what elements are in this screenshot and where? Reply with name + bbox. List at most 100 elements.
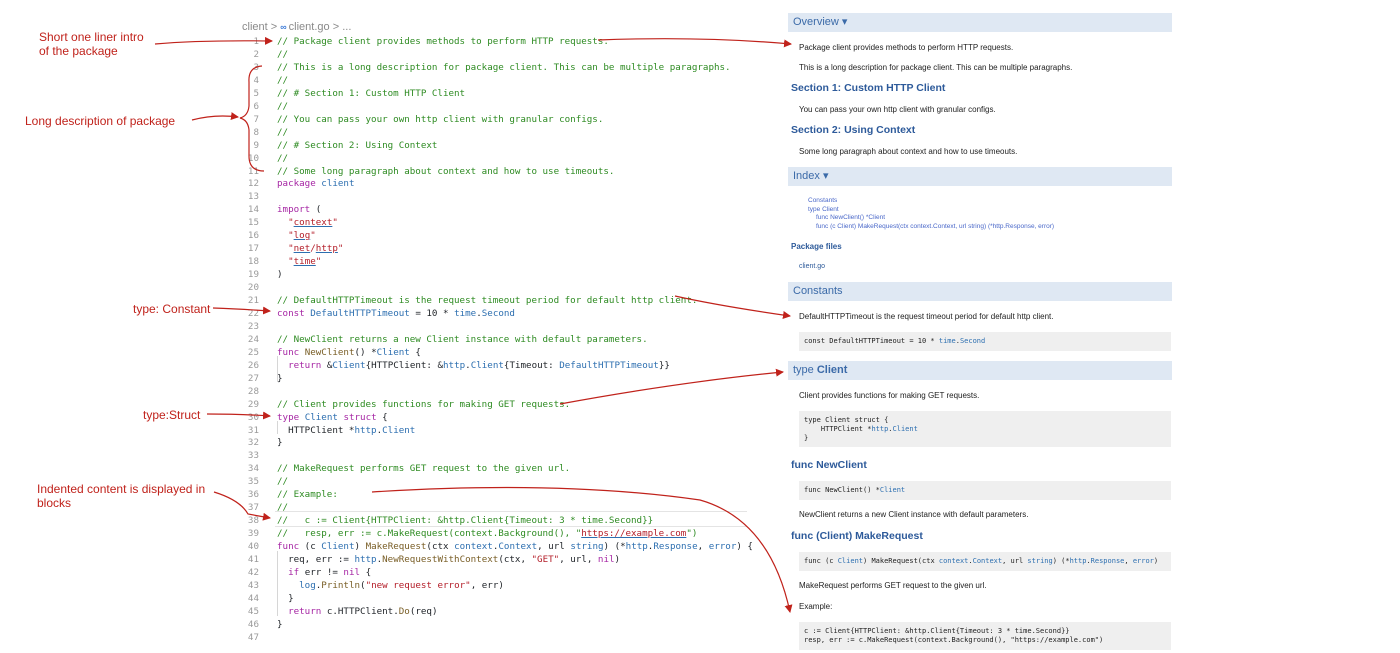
code-token: log: [299, 579, 316, 591]
code-line[interactable]: 34 // MakeRequest performs GET request to…: [236, 462, 756, 475]
code-line[interactable]: 24 // NewClient returns a new Client inst…: [236, 333, 756, 346]
code-line[interactable]: 36 // Example:: [236, 488, 756, 501]
code-link[interactable]: Second: [960, 337, 985, 345]
code-line[interactable]: 2 //: [236, 48, 756, 61]
code-line[interactable]: 26 return &Client{HTTPClient: &http.Clie…: [236, 359, 756, 372]
code-line[interactable]: 23: [236, 320, 756, 333]
code-token: import: [277, 204, 311, 216]
code-link[interactable]: Context: [973, 557, 1003, 565]
code-link[interactable]: Client: [880, 486, 905, 494]
chevron-right-icon: >: [332, 21, 340, 33]
code-text: const DefaultHTTPTimeout = 10 *: [804, 337, 939, 345]
index-section-toggle[interactable]: Index ▾: [788, 167, 1172, 186]
code-link[interactable]: http: [871, 425, 888, 433]
example-label: Example:: [799, 602, 833, 611]
code-line[interactable]: 19): [236, 268, 756, 281]
code-link[interactable]: time: [939, 337, 956, 345]
code-link[interactable]: context: [939, 557, 969, 565]
code-link[interactable]: http: [1070, 557, 1087, 565]
code-line[interactable]: 22 const DefaultHTTPTimeout = 10 * time.S…: [236, 307, 756, 320]
line-number: 17: [247, 243, 259, 255]
code-token: nil: [343, 566, 361, 578]
code-line[interactable]: 9 // # Section 2: Using Context: [236, 139, 756, 152]
code-link[interactable]: string: [1027, 557, 1052, 565]
line-code: // # Section 1: Custom HTTP Client: [277, 87, 465, 100]
code-line[interactable]: 4 //: [236, 74, 756, 87]
code-line[interactable]: 31 HTTPClient *http.Client: [236, 424, 756, 437]
code-line[interactable]: 33: [236, 449, 756, 462]
code-line[interactable]: 8 //: [236, 126, 756, 139]
code-text: HTTPClient *: [804, 425, 872, 433]
code-token: DefaultHTTPTimeout: [310, 307, 410, 319]
code-line[interactable]: 45 return c.HTTPClient.Do(req): [236, 605, 756, 618]
file-link[interactable]: client.go: [799, 263, 825, 270]
line-number: 4: [253, 74, 259, 86]
code-line[interactable]: 15 "context": [236, 216, 756, 229]
code-token: }}: [658, 359, 670, 371]
code-link[interactable]: Client: [838, 557, 863, 565]
index-link-newclient[interactable]: func NewClient() *Client: [816, 214, 885, 221]
code-line[interactable]: 32}: [236, 436, 756, 449]
code-line[interactable]: 27}: [236, 372, 756, 385]
annotation-indented: Indented content is displayed in blocks: [37, 482, 206, 510]
code-token: // DefaultHTTPTimeout is the request tim…: [277, 295, 698, 306]
code-line[interactable]: 35 //: [236, 475, 756, 488]
line-number: 36: [247, 489, 259, 501]
code-link[interactable]: Client: [893, 425, 918, 433]
code-line[interactable]: 20: [236, 281, 756, 294]
code-line[interactable]: 28: [236, 385, 756, 398]
code-token: ": [337, 243, 344, 255]
section1-text: You can pass your own http client with g…: [799, 105, 996, 114]
code-line[interactable]: 12 package client: [236, 177, 756, 190]
code-line[interactable]: 16 "log": [236, 229, 756, 242]
code-line[interactable]: 5 // # Section 1: Custom HTTP Client: [236, 87, 756, 100]
overview-section-toggle[interactable]: Overview ▾: [788, 13, 1172, 32]
code-line[interactable]: 25 func NewClient() *Client {: [236, 346, 756, 359]
code-line[interactable]: 43 log.Println("new request error", err): [236, 579, 756, 592]
index-link-constants[interactable]: Constants: [808, 197, 837, 204]
code-line[interactable]: 11 // Some long paragraph about context a…: [236, 165, 756, 178]
code-line[interactable]: 6 //: [236, 100, 756, 113]
index-link-type-client[interactable]: type Client: [808, 206, 839, 213]
code-line[interactable]: 17 "net/http": [236, 242, 756, 255]
line-number: 38: [247, 515, 259, 527]
breadcrumb-root[interactable]: client: [242, 21, 268, 33]
code-line[interactable]: 41 req, err := http.NewRequestWithContex…: [236, 553, 756, 566]
code-line[interactable]: 7 // You can pass your own http client wi…: [236, 113, 756, 126]
code-line[interactable]: 44 }: [236, 592, 756, 605]
breadcrumb-more[interactable]: ...: [342, 21, 351, 33]
code-line[interactable]: 46}: [236, 618, 756, 631]
code-line[interactable]: 14 import (: [236, 203, 756, 216]
line-code: //: [277, 74, 288, 87]
line-code: }: [277, 436, 283, 449]
code-line[interactable]: 30 type Client struct {: [236, 411, 756, 424]
code-line[interactable]: 40 func (c Client) MakeRequest(ctx contex…: [236, 540, 756, 553]
code-token: time: [454, 307, 477, 319]
line-number: 6: [253, 100, 259, 112]
code-line[interactable]: 3 // This is a long description for packa…: [236, 61, 756, 74]
code-token: const: [277, 307, 305, 319]
breadcrumb-file[interactable]: client.go: [289, 21, 330, 33]
code-line[interactable]: 10 //: [236, 152, 756, 165]
code-link[interactable]: Response: [1091, 557, 1125, 565]
code-line[interactable]: 42 if err != nil {: [236, 566, 756, 579]
code-token: //: [277, 476, 289, 488]
line-number: 20: [247, 282, 259, 294]
line-number: 9: [253, 139, 259, 151]
code-link[interactable]: error: [1133, 557, 1154, 565]
code-token: type: [277, 411, 300, 423]
code-line[interactable]: 47: [236, 631, 756, 644]
code-token: //: [277, 126, 289, 138]
code-line[interactable]: 21 // DefaultHTTPTimeout is the request t…: [236, 294, 756, 307]
line-code: "log": [277, 229, 316, 242]
code-token: {: [360, 566, 372, 578]
code-line[interactable]: 13: [236, 190, 756, 203]
code-line[interactable]: 1 // Package client provides methods to p…: [236, 35, 756, 48]
code-line[interactable]: 39 // resp, err := c.MakeRequest(context.…: [236, 527, 756, 540]
index-link-makerequest[interactable]: func (c Client) MakeRequest(ctx context.…: [816, 223, 1054, 230]
code-token: }: [277, 437, 283, 449]
code-line[interactable]: 18 "time": [236, 255, 756, 268]
line-number: 47: [247, 631, 259, 643]
code-line[interactable]: 29 // Client provides functions for makin…: [236, 398, 756, 411]
